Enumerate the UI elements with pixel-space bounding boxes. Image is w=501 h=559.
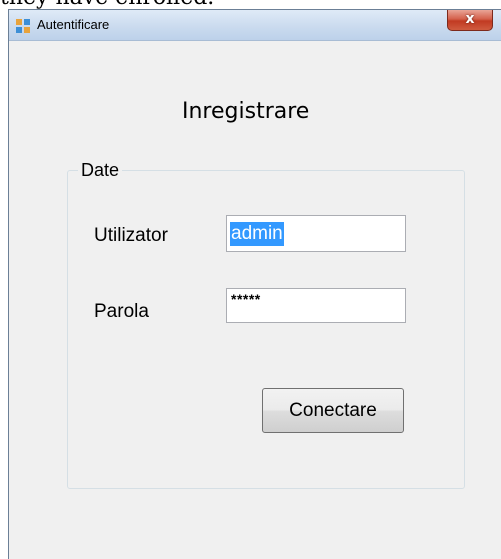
close-button[interactable]: x bbox=[447, 10, 493, 31]
username-value: admin bbox=[230, 222, 284, 246]
password-value: ***** bbox=[231, 291, 261, 307]
title-bar[interactable]: Autentificare x bbox=[9, 10, 501, 41]
username-input[interactable]: admin bbox=[226, 215, 406, 252]
groupbox-label: Date bbox=[78, 160, 123, 181]
password-label: Parola bbox=[94, 301, 149, 322]
form-heading: Inregistrare bbox=[182, 99, 310, 124]
username-label: Utilizator bbox=[94, 225, 168, 246]
window-title: Autentificare bbox=[37, 17, 110, 32]
close-icon: x bbox=[465, 11, 475, 27]
connect-button[interactable]: Conectare bbox=[262, 388, 404, 433]
password-input[interactable]: ***** bbox=[226, 288, 406, 323]
windows-form-icon bbox=[16, 19, 30, 33]
